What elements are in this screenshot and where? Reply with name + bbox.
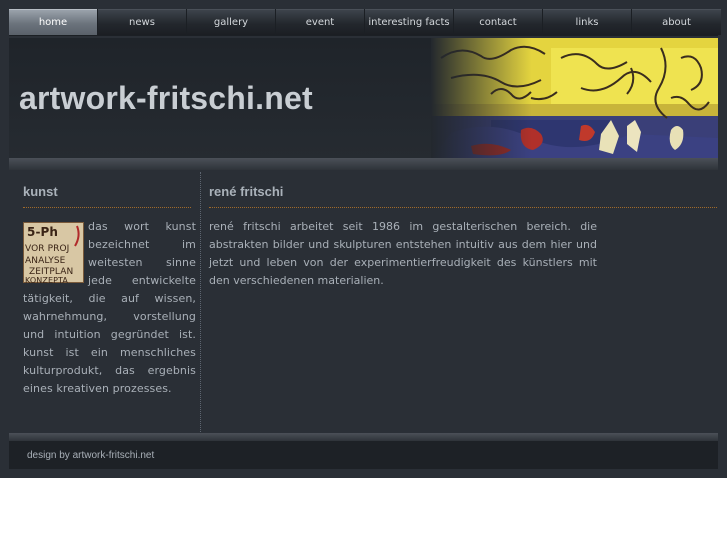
artist-heading: rené fritschi [209, 184, 284, 199]
footer-divider [9, 433, 718, 441]
nav-contact[interactable]: contact [454, 9, 542, 35]
nav-interesting-facts[interactable]: interesting facts [365, 9, 453, 35]
nav-news[interactable]: news [98, 9, 186, 35]
svg-text:KONZEPTA: KONZEPTA [25, 276, 68, 283]
artist-column: rené fritschi rené fritschi arbeitet sei… [201, 172, 718, 432]
footer: design by artwork-fritschi.net [9, 441, 718, 469]
kunst-column: kunst 5-Ph VOR PROJ ANALYSE ZEITPLAN KON… [9, 172, 200, 432]
nav-home[interactable]: home [9, 9, 97, 35]
artist-paragraph: rené fritschi arbeitet seit 1986 im gest… [209, 220, 597, 287]
site-container: home news gallery event interesting fact… [0, 0, 727, 478]
kunst-paragraph: 5-Ph VOR PROJ ANALYSE ZEITPLAN KONZEPTA … [23, 218, 196, 398]
kunst-heading-rule [23, 207, 191, 208]
nav-about[interactable]: about [632, 9, 721, 35]
abstract-painting-image [431, 38, 718, 159]
kunst-heading: kunst [23, 184, 58, 199]
site-title: artwork-fritschi.net [19, 80, 313, 116]
nav-links[interactable]: links [543, 9, 631, 35]
nav-gallery[interactable]: gallery [187, 9, 275, 35]
svg-text:5-Ph: 5-Ph [27, 225, 58, 239]
header-banner: artwork-fritschi.net [9, 38, 718, 159]
footer-credit: design by artwork-fritschi.net [27, 450, 155, 461]
artist-heading-rule [209, 207, 717, 208]
svg-text:ANALYSE: ANALYSE [25, 256, 66, 266]
handwritten-notes-image: 5-Ph VOR PROJ ANALYSE ZEITPLAN KONZEPTA [23, 222, 84, 283]
svg-text:VOR PROJ: VOR PROJ [25, 244, 69, 254]
main-navigation: home news gallery event interesting fact… [9, 9, 721, 36]
nav-event[interactable]: event [276, 9, 364, 35]
banner-divider [9, 158, 718, 170]
